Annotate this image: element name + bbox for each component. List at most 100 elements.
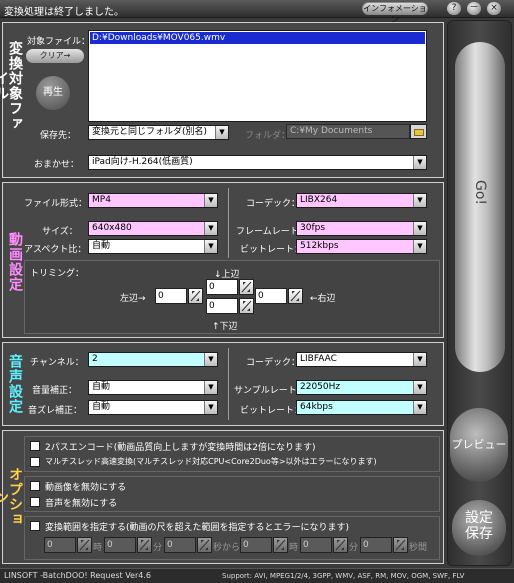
delay-select[interactable]: 自動 ▼: [88, 400, 218, 415]
chevron-down-icon: ▼: [204, 401, 217, 414]
save-to-value: 変換元と同じフォルダ(別名): [92, 127, 208, 137]
spin-icon: [241, 281, 252, 293]
preview-button[interactable]: プレビュー: [450, 408, 508, 482]
help-button[interactable]: ?: [447, 2, 461, 15]
volume-select[interactable]: 自動 ▼: [88, 380, 218, 395]
auto-preset-select[interactable]: iPad向け-H.264(低画質) ▼: [88, 155, 427, 170]
audio-section-title: 音声設定: [7, 354, 23, 414]
video-codec-label: コーデック：: [246, 199, 301, 209]
trim-left-stepper[interactable]: 0: [155, 288, 203, 304]
range-unit-label: 秒間: [409, 543, 428, 553]
range-length-second-stepper[interactable]: 0: [360, 537, 408, 553]
trim-top-value[interactable]: 0: [206, 279, 238, 295]
range-length-hour-value[interactable]: 0: [240, 537, 272, 553]
trim-right-value[interactable]: 0: [255, 288, 287, 304]
video-bitrate-value: 512kbps: [300, 241, 339, 251]
framerate-select[interactable]: 30fps ▼: [296, 221, 427, 236]
chevron-down-icon: ▼: [413, 353, 426, 366]
spin-icon: [335, 539, 346, 551]
multithread-checkbox[interactable]: [30, 457, 40, 467]
spin-icon[interactable]: [239, 298, 254, 314]
play-button[interactable]: 再生: [36, 76, 70, 110]
chevron-down-icon: ▼: [204, 222, 217, 235]
spin-icon[interactable]: [239, 279, 254, 295]
save-settings-button[interactable]: 設定保存: [452, 500, 506, 556]
spin-icon[interactable]: [197, 537, 212, 553]
range-length-second-value[interactable]: 0: [360, 537, 392, 553]
save-to-select[interactable]: 変換元と同じフォルダ(別名) ▼: [88, 125, 229, 140]
chevron-down-icon: ▼: [413, 156, 426, 169]
close-button[interactable]: ×: [487, 2, 501, 15]
spin-icon[interactable]: [188, 288, 203, 304]
folder-input[interactable]: C:¥My Documents: [286, 124, 410, 139]
file-format-value: MP4: [92, 195, 111, 205]
framerate-value: 30fps: [300, 223, 326, 233]
information-button[interactable]: インフォメーション: [362, 2, 428, 24]
go-button[interactable]: Go!: [455, 42, 505, 372]
spin-icon[interactable]: [137, 537, 152, 553]
channel-select[interactable]: 2 ▼: [88, 352, 218, 367]
spin-icon: [275, 539, 286, 551]
spin-icon: [79, 539, 90, 551]
range-length-minute-value[interactable]: 0: [300, 537, 332, 553]
samplerate-value: 22050Hz: [300, 382, 341, 392]
range-checkbox[interactable]: [30, 521, 40, 531]
file-list-item[interactable]: D:¥Downloads¥MOV065.wmv: [90, 32, 425, 44]
delay-label: 音ズレ補正：: [28, 406, 83, 416]
disable-audio-checkbox[interactable]: [30, 497, 40, 507]
range-length-minute-stepper[interactable]: 0: [300, 537, 348, 553]
file-format-label: ファイル形式：: [24, 199, 88, 209]
spin-icon: [139, 539, 150, 551]
range-start-hour-value[interactable]: 0: [44, 537, 76, 553]
minimize-button[interactable]: －: [467, 2, 481, 15]
folder-browse-button[interactable]: [410, 124, 427, 139]
samplerate-select[interactable]: 22050Hz ▼: [296, 380, 427, 395]
auto-label: おまかせ：: [34, 160, 80, 170]
save-to-label: 保存先：: [40, 131, 77, 141]
video-codec-select[interactable]: LIBX264 ▼: [296, 193, 427, 208]
range-start-hour-stepper[interactable]: 0: [44, 537, 92, 553]
audio-codec-select[interactable]: LIBFAAC ▼: [296, 352, 427, 367]
file-format-select[interactable]: MP4 ▼: [88, 193, 218, 208]
video-bitrate-label: ビットレート：: [240, 245, 304, 255]
samplerate-label: サンプルレート：: [234, 386, 306, 396]
two-pass-checkbox[interactable]: [30, 441, 40, 451]
spin-icon[interactable]: [393, 537, 408, 553]
trim-bottom-value[interactable]: 0: [206, 298, 238, 314]
audio-bitrate-select[interactable]: 64kbps ▼: [296, 400, 427, 415]
auto-preset-value: iPad向け-H.264(低画質): [92, 157, 193, 167]
video-bitrate-select[interactable]: 512kbps ▼: [296, 239, 427, 254]
divider: [228, 348, 229, 420]
range-length-hour-stepper[interactable]: 0: [240, 537, 288, 553]
status-supported-formats: Support: AVI, MPEG1/2/4, 3GPP, WMV, ASF,…: [222, 572, 465, 580]
video-codec-value: LIBX264: [300, 195, 338, 205]
trim-right-stepper[interactable]: 0: [255, 288, 303, 304]
aspect-label: アスペクト比：: [24, 245, 87, 255]
spin-icon: [395, 539, 406, 551]
range-start-minute-value[interactable]: 0: [104, 537, 136, 553]
file-list[interactable]: D:¥Downloads¥MOV065.wmv: [88, 30, 427, 122]
spin-icon[interactable]: [273, 537, 288, 553]
aspect-select[interactable]: 自動 ▼: [88, 239, 218, 254]
spin-icon[interactable]: [288, 288, 303, 304]
size-select[interactable]: 640x480 ▼: [88, 221, 218, 236]
spin-icon: [199, 539, 210, 551]
range-start-second-stepper[interactable]: 0: [164, 537, 212, 553]
disable-video-label: 動画像を無効にする: [45, 483, 127, 493]
delay-value: 自動: [92, 402, 111, 412]
volume-label: 音量補正：: [32, 386, 78, 396]
trim-left-value[interactable]: 0: [155, 288, 187, 304]
range-start-minute-stepper[interactable]: 0: [104, 537, 152, 553]
range-start-second-value[interactable]: 0: [164, 537, 196, 553]
spin-icon[interactable]: [77, 537, 92, 553]
range-unit-label: 時: [289, 543, 299, 553]
bottom-edge-label: ↑下辺: [212, 322, 238, 332]
trim-bottom-stepper[interactable]: 0: [206, 298, 254, 314]
spin-icon[interactable]: [333, 537, 348, 553]
trim-top-stepper[interactable]: 0: [206, 279, 254, 295]
clear-button[interactable]: クリア→: [26, 49, 84, 63]
folder-icon: [414, 129, 424, 136]
disable-video-checkbox[interactable]: [30, 481, 40, 491]
chevron-down-icon: ▼: [204, 194, 217, 207]
trimming-label: トリミング：: [30, 269, 85, 279]
